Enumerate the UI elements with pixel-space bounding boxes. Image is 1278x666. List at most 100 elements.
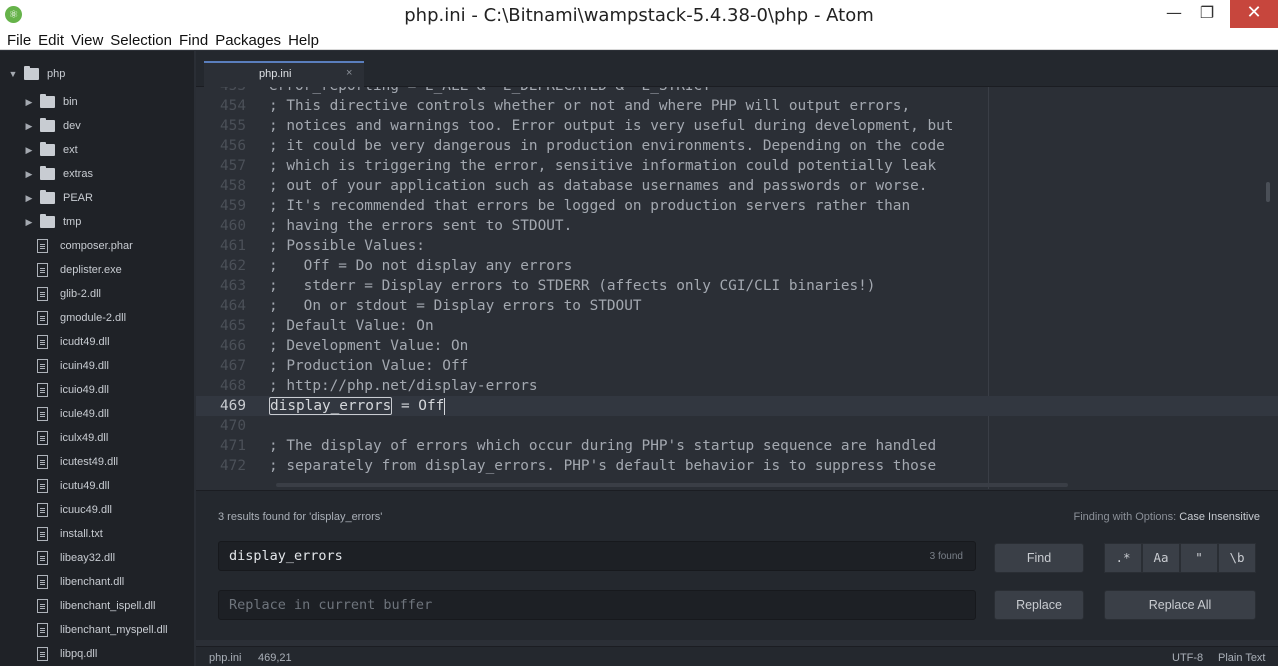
- line-number[interactable]: 462: [196, 256, 246, 276]
- line-number[interactable]: 469: [196, 396, 246, 416]
- line-number[interactable]: 453: [196, 87, 246, 96]
- line-number[interactable]: 454: [196, 96, 246, 116]
- regex-toggle-button[interactable]: .*: [1104, 543, 1142, 573]
- menu-file[interactable]: File: [7, 30, 31, 50]
- status-cursor-position[interactable]: 469,21: [258, 652, 292, 664]
- tree-file[interactable]: libenchant_ispell.dll: [37, 596, 155, 616]
- tree-folder-dev[interactable]: ▶ dev: [24, 116, 81, 136]
- file-icon: [37, 479, 48, 493]
- tree-file[interactable]: icudt49.dll: [37, 332, 110, 352]
- tree-file[interactable]: libeay32.dll: [37, 548, 115, 568]
- tree-file[interactable]: iculx49.dll: [37, 428, 108, 448]
- find-field[interactable]: 3 found: [218, 541, 976, 571]
- tree-file[interactable]: glib-2.dll: [37, 284, 101, 304]
- tree-root-php[interactable]: ▼ php: [8, 64, 65, 84]
- whole-word-toggle-button[interactable]: \b: [1218, 543, 1256, 573]
- tree-file[interactable]: composer.phar: [37, 236, 133, 256]
- editor-line[interactable]: 463 ; stderr = Display errors to STDERR (…: [196, 276, 1278, 296]
- editor-line[interactable]: 458 ; out of your application such as dat…: [196, 176, 1278, 196]
- editor-line[interactable]: 457 ; which is triggering the error, sens…: [196, 156, 1278, 176]
- editor-line[interactable]: 455 ; notices and warnings too. Error out…: [196, 116, 1278, 136]
- editor-line[interactable]: 454 ; This directive controls whether or …: [196, 96, 1278, 116]
- tree-folder-bin[interactable]: ▶ bin: [24, 92, 78, 112]
- editor-line[interactable]: 456 ; it could be very dangerous in produ…: [196, 136, 1278, 156]
- editor-line[interactable]: 468 ; http://php.net/display-errors: [196, 376, 1278, 396]
- menu-edit[interactable]: Edit: [38, 30, 64, 50]
- tree-file-label: icudt49.dll: [60, 336, 110, 348]
- tab-php-ini[interactable]: php.ini ×: [204, 61, 364, 87]
- status-grammar[interactable]: Plain Text: [1218, 652, 1266, 664]
- tree-file[interactable]: libenchant.dll: [37, 572, 124, 592]
- tree-folder-pear[interactable]: ▶ PEAR: [24, 188, 93, 208]
- menu-view[interactable]: View: [71, 30, 103, 50]
- menu-packages[interactable]: Packages: [215, 30, 281, 50]
- tree-folder-tmp[interactable]: ▶ tmp: [24, 212, 81, 232]
- tree-file[interactable]: icuuc49.dll: [37, 500, 112, 520]
- vertical-scrollbar[interactable]: [1266, 182, 1270, 202]
- line-number[interactable]: 466: [196, 336, 246, 356]
- line-number[interactable]: 467: [196, 356, 246, 376]
- case-sensitive-toggle-button[interactable]: Aa: [1142, 543, 1180, 573]
- tree-file[interactable]: libenchant_myspell.dll: [37, 620, 168, 640]
- tree-file[interactable]: libpq.dll: [37, 644, 97, 664]
- text-editor[interactable]: 453 error_reporting = E_ALL & ~E_DEPRECAT…: [196, 87, 1278, 489]
- status-file-name[interactable]: php.ini: [209, 652, 241, 664]
- line-number[interactable]: 471: [196, 436, 246, 456]
- tree-file[interactable]: icule49.dll: [37, 404, 109, 424]
- editor-line[interactable]: 467 ; Production Value: Off: [196, 356, 1278, 376]
- tree-file[interactable]: install.txt: [37, 524, 103, 544]
- line-number[interactable]: 465: [196, 316, 246, 336]
- editor-line[interactable]: 472 ; separately from display_errors. PHP…: [196, 456, 1278, 476]
- line-number[interactable]: 461: [196, 236, 246, 256]
- tree-folder-label: PEAR: [63, 192, 93, 204]
- line-number[interactable]: 455: [196, 116, 246, 136]
- editor-line[interactable]: 471 ; The display of errors which occur d…: [196, 436, 1278, 456]
- tree-file[interactable]: icutu49.dll: [37, 476, 110, 496]
- file-icon: [37, 431, 48, 445]
- tree-file[interactable]: icutest49.dll: [37, 452, 118, 472]
- editor-line[interactable]: 466 ; Development Value: On: [196, 336, 1278, 356]
- menu-selection[interactable]: Selection: [110, 30, 172, 50]
- line-number[interactable]: 464: [196, 296, 246, 316]
- line-number[interactable]: 468: [196, 376, 246, 396]
- line-number[interactable]: 472: [196, 456, 246, 476]
- editor-line[interactable]: 465 ; Default Value: On: [196, 316, 1278, 336]
- replace-field[interactable]: [218, 590, 976, 620]
- line-number[interactable]: 456: [196, 136, 246, 156]
- line-number[interactable]: 463: [196, 276, 246, 296]
- horizontal-scrollbar[interactable]: [276, 483, 1068, 487]
- tree-file[interactable]: gmodule-2.dll: [37, 308, 126, 328]
- editor-line[interactable]: 453 error_reporting = E_ALL & ~E_DEPRECAT…: [196, 87, 1278, 96]
- tree-file[interactable]: icuin49.dll: [37, 356, 109, 376]
- tree-folder-extras[interactable]: ▶ extras: [24, 164, 93, 184]
- close-window-button[interactable]: ✕: [1230, 0, 1278, 28]
- line-number[interactable]: 459: [196, 196, 246, 216]
- replace-all-button[interactable]: Replace All: [1104, 590, 1256, 620]
- tree-file[interactable]: deplister.exe: [37, 260, 122, 280]
- editor-line[interactable]: 461 ; Possible Values:: [196, 236, 1278, 256]
- in-selection-toggle-button[interactable]: ": [1180, 543, 1218, 573]
- tree-folder-label: ext: [63, 144, 78, 156]
- find-input[interactable]: [219, 542, 975, 570]
- editor-line[interactable]: 460 ; having the errors sent to STDOUT.: [196, 216, 1278, 236]
- status-encoding[interactable]: UTF-8: [1172, 652, 1203, 664]
- tab-close-icon[interactable]: ×: [346, 67, 352, 79]
- replace-input[interactable]: [219, 591, 975, 619]
- editor-line[interactable]: 462 ; Off = Do not display any errors: [196, 256, 1278, 276]
- line-number[interactable]: 458: [196, 176, 246, 196]
- editor-line-current[interactable]: 469 display_errors = Off: [196, 396, 1278, 416]
- tree-folder-ext[interactable]: ▶ ext: [24, 140, 78, 160]
- editor-line[interactable]: 470: [196, 416, 1278, 436]
- line-number[interactable]: 470: [196, 416, 246, 436]
- maximize-button[interactable]: ❐: [1188, 0, 1226, 28]
- find-button[interactable]: Find: [994, 543, 1084, 573]
- editor-line[interactable]: 464 ; On or stdout = Display errors to ST…: [196, 296, 1278, 316]
- menu-help[interactable]: Help: [288, 30, 319, 50]
- replace-button[interactable]: Replace: [994, 590, 1084, 620]
- line-number[interactable]: 460: [196, 216, 246, 236]
- tree-file[interactable]: icuio49.dll: [37, 380, 109, 400]
- menu-find[interactable]: Find: [179, 30, 208, 50]
- line-number[interactable]: 457: [196, 156, 246, 176]
- file-icon: [37, 455, 48, 469]
- editor-line[interactable]: 459 ; It's recommended that errors be log…: [196, 196, 1278, 216]
